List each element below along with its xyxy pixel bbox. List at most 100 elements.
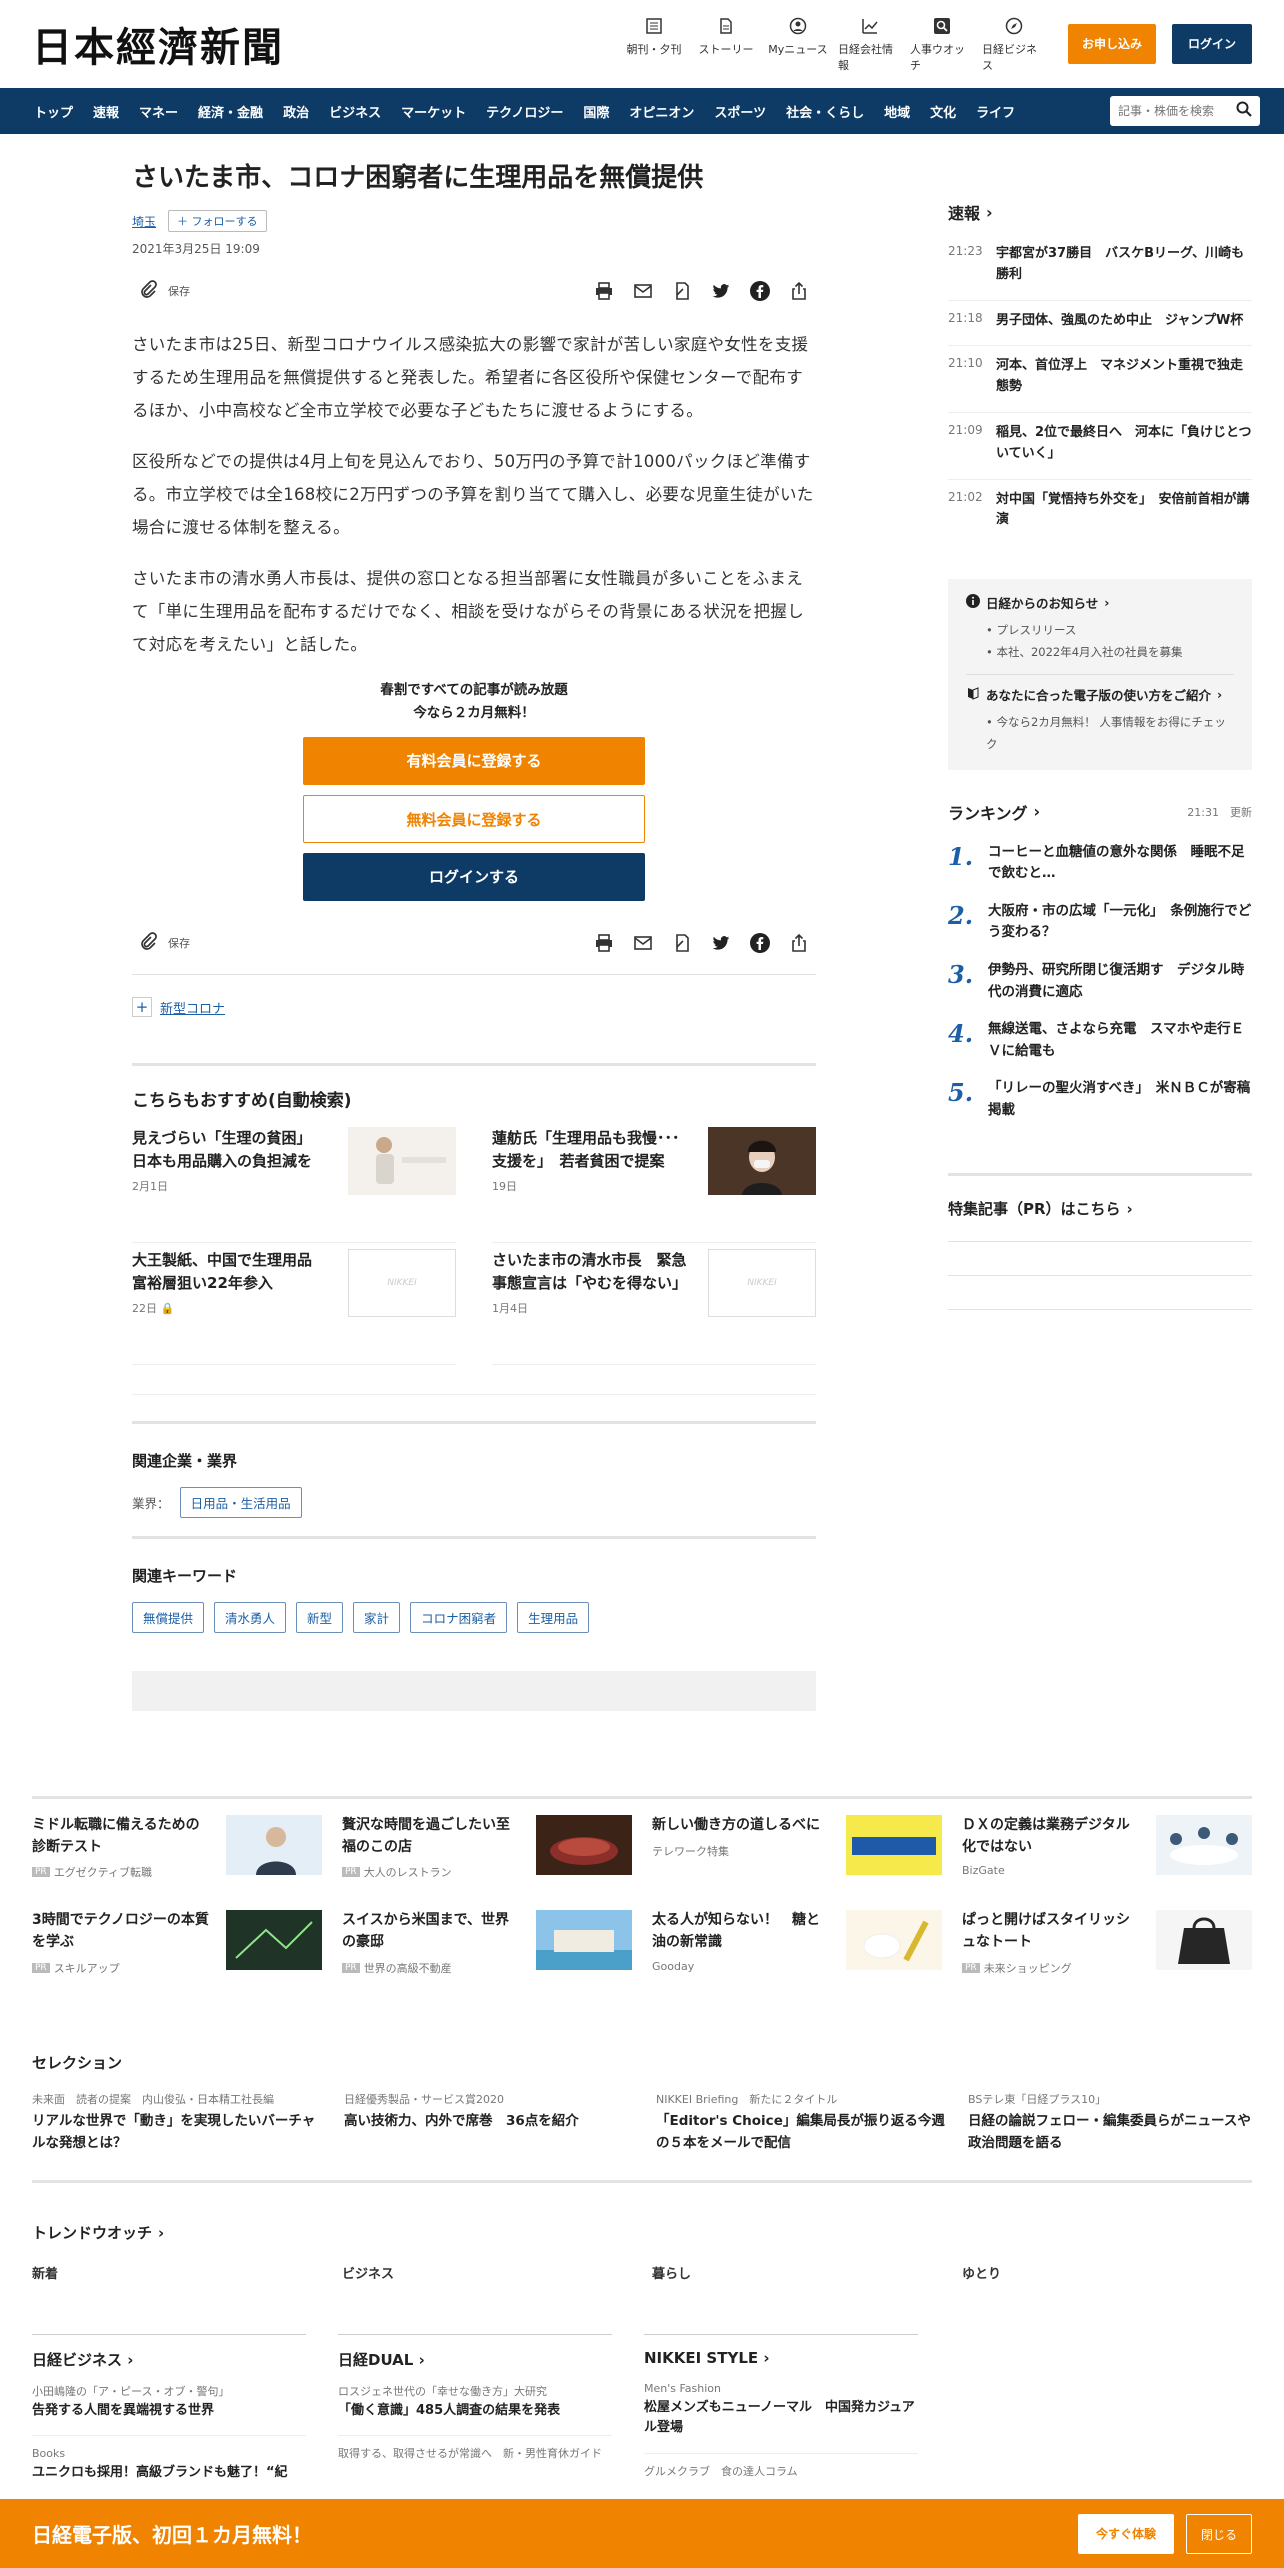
keyword-tag[interactable]: 生理用品	[517, 1602, 590, 1634]
media-heading[interactable]: NIKKEI STYLE ›	[644, 2334, 918, 2381]
ranking-item[interactable]: 3. 伊勢丹、研究所閉じ復活期す デジタル時代の消費に適応	[948, 950, 1252, 1009]
media-title[interactable]: 「働く意識」485人調査の結果を発表	[338, 2401, 612, 2422]
digital-guide-item[interactable]: • 今なら2カ月無料！ 人事情報をお得にチェック	[966, 712, 1234, 756]
breaking-heading[interactable]: 速報 ›	[948, 200, 1252, 224]
mail-icon[interactable]	[632, 932, 654, 954]
pr-feature-link[interactable]: 特集記事（PR）はこちら ›	[948, 1198, 1252, 1219]
print-icon[interactable]	[593, 932, 615, 954]
media-heading[interactable]: 日経DUAL ›	[338, 2334, 612, 2384]
pr-ad-item[interactable]: 3時間でテクノロジーの本質を学ぶ PR スキルアップ	[32, 1910, 322, 1975]
trend-heading[interactable]: トレンドウオッチ ›	[32, 2222, 1252, 2243]
menu-item-life[interactable]: ライフ	[966, 102, 1025, 121]
ranking-item[interactable]: 2. 大阪府・市の広域「一元化」 条例施行でどう変わる？	[948, 891, 1252, 950]
recommend-item[interactable]: 蓮舫氏「生理用品も我慢･･･支援を」 若者貧困で提案 19日	[492, 1121, 816, 1244]
notice-item[interactable]: • プレスリリース	[966, 620, 1234, 642]
login-button[interactable]: ログイン	[1171, 24, 1252, 64]
recommend-item[interactable]: さいたま市の清水市長 緊急事態宣言は「やむを得ない」 1月4日 NIKKEI	[492, 1243, 816, 1366]
recommend-item[interactable]: 見えづらい「生理の貧困」 日本も用品購入の負担減を 2月1日	[132, 1121, 456, 1244]
ranking-item[interactable]: 4. 無線送電、さよなら充電 スマホや走行ＥＶに給電も	[948, 1009, 1252, 1068]
share-icon[interactable]	[788, 932, 810, 954]
menu-item-society[interactable]: 社会・くらし	[776, 102, 874, 121]
menu-item-region[interactable]: 地域	[874, 102, 920, 121]
selection-item[interactable]: BSテレ東「日経プラス10」 日経の論説フェロー・編集委員らがニュースや政治問題を…	[968, 2091, 1258, 2154]
facebook-icon[interactable]	[749, 280, 771, 302]
note-icon[interactable]	[671, 280, 693, 302]
menu-item-international[interactable]: 国際	[573, 102, 619, 121]
print-icon[interactable]	[593, 280, 615, 302]
paid-register-button[interactable]: 有料会員に登録する	[303, 737, 645, 786]
twitter-icon[interactable]	[710, 280, 732, 302]
topic-link[interactable]: 新型コロナ	[160, 998, 225, 1017]
save-button[interactable]: 保存	[132, 279, 190, 302]
ranking-item[interactable]: 5. 「リレーの聖火消すべき」 米ＮＢＣが寄稿掲載	[948, 1068, 1252, 1127]
note-icon[interactable]	[671, 932, 693, 954]
mail-icon[interactable]	[632, 280, 654, 302]
menu-item-economy[interactable]: 経済・金融	[188, 102, 273, 121]
trend-tab-new[interactable]: 新着	[32, 2263, 342, 2282]
breaking-item[interactable]: 21:10 河本、首位浮上 マネジメント重視で独走態勢	[948, 346, 1252, 413]
menu-item-money[interactable]: マネー	[129, 102, 188, 121]
share-icon[interactable]	[788, 280, 810, 302]
save-button[interactable]: 保存	[132, 931, 190, 954]
keyword-tag[interactable]: 新型	[296, 1602, 344, 1634]
notice-item[interactable]: • 本社、2022年4月入社の社員を募集	[966, 642, 1234, 664]
trend-tab-business[interactable]: ビジネス	[342, 2263, 652, 2282]
media-title[interactable]: 松屋メンズもニューノーマル 中国発カジュアル登場	[644, 2398, 918, 2440]
menu-item-technology[interactable]: テクノロジー	[476, 102, 573, 121]
breaking-item[interactable]: 21:02 対中国「覚悟持ち外交を」 安倍前首相が講演	[948, 480, 1252, 546]
pr-ad-item[interactable]: 贅沢な時間を過ごしたい至福のこの店 PR 大人のレストラン	[342, 1815, 632, 1880]
media-title[interactable]: 告発する人間を異端視する世界	[32, 2401, 306, 2422]
keyword-tag[interactable]: 清水勇人	[214, 1602, 287, 1634]
media-title[interactable]: ユニクロも採用！高級ブランドも魅了！“紀	[32, 2463, 306, 2484]
pr-ad-item[interactable]: 新しい働き方の道しるべに テレワーク特集	[652, 1815, 942, 1880]
ranking-heading[interactable]: ランキング ›	[948, 800, 1040, 824]
pr-ad-item[interactable]: ＤＸの定義は業務デジタル化ではない BizGate	[962, 1815, 1252, 1880]
menu-item-market[interactable]: マーケット	[391, 102, 476, 121]
selection-item[interactable]: NIKKEI Briefing 新たに２タイトル 「Editor's Choice…	[656, 2091, 946, 2154]
facebook-icon[interactable]	[749, 932, 771, 954]
keyword-tag[interactable]: 家計	[353, 1602, 401, 1634]
nav-company-info[interactable]: 日経会社情報	[838, 16, 902, 73]
plus-icon[interactable]: +	[132, 997, 152, 1018]
breaking-item[interactable]: 21:23 宇都宮が37勝目 バスケBリーグ、川崎も勝利	[948, 234, 1252, 301]
nav-my-news[interactable]: Myニュース	[766, 16, 830, 73]
selection-item[interactable]: 未来面 読者の提案 内山俊弘・日本精工社長編 リアルな世界で「動き」を実現したいバ…	[32, 2091, 322, 2154]
menu-item-sports[interactable]: スポーツ	[704, 102, 776, 121]
search-icon[interactable]	[1236, 101, 1252, 121]
pr-ad-item[interactable]: ぱっと開けばスタイリッシュなトート PR 未来ショッピング	[962, 1910, 1252, 1975]
close-banner-button[interactable]: 閉じる	[1185, 2513, 1252, 2554]
try-now-button[interactable]: 今すぐ体験	[1077, 2513, 1174, 2554]
pr-ad-item[interactable]: 太る人が知らない！ 糖と油の新常識 Gooday	[652, 1910, 942, 1975]
twitter-icon[interactable]	[710, 932, 732, 954]
breaking-item[interactable]: 21:09 稲見、2位で最終日へ 河本に「負けじとついていく」	[948, 413, 1252, 480]
nav-jinji-watch[interactable]: 人事ウオッチ	[910, 16, 974, 73]
subscribe-button[interactable]: お申し込み	[1067, 24, 1156, 64]
notice-heading[interactable]: 日経からのお知らせ ›	[966, 593, 1234, 612]
menu-item-opinion[interactable]: オピニオン	[619, 102, 704, 121]
paywall-login-button[interactable]: ログインする	[303, 853, 645, 902]
keyword-tag[interactable]: 無償提供	[132, 1602, 205, 1634]
nav-story[interactable]: ストーリー	[694, 16, 758, 73]
selection-item[interactable]: 日経優秀製品・サービス賞2020 高い技術力、内外で席巻 36点を紹介	[344, 2091, 634, 2154]
search-input[interactable]	[1118, 104, 1228, 118]
nav-choukan-yuukan[interactable]: 朝刊・夕刊	[622, 16, 686, 73]
trend-tab-leisure[interactable]: ゆとり	[962, 2263, 1272, 2282]
digital-guide-heading[interactable]: あなたに合った電子版の使い方をご紹介 ›	[966, 685, 1234, 704]
free-register-button[interactable]: 無料会員に登録する	[303, 795, 645, 844]
ranking-item[interactable]: 1. コーヒーと血糖値の意外な関係 睡眠不足で飲むと…	[948, 832, 1252, 891]
menu-item-business[interactable]: ビジネス	[319, 102, 391, 121]
breaking-item[interactable]: 21:18 男子団体、強風のため中止 ジャンプW杯	[948, 301, 1252, 347]
menu-item-breaking[interactable]: 速報	[83, 102, 129, 121]
media-heading[interactable]: 日経ビジネス ›	[32, 2334, 306, 2384]
industry-tag[interactable]: 日用品・生活用品	[179, 1487, 302, 1519]
pr-ad-item[interactable]: スイスから米国まで、世界の豪邸 PR 世界の高級不動産	[342, 1910, 632, 1975]
nikkei-logo[interactable]: 日本經濟新聞	[32, 15, 284, 73]
menu-item-top[interactable]: トップ	[24, 102, 83, 121]
trend-tab-life[interactable]: 暮らし	[652, 2263, 962, 2282]
keyword-tag[interactable]: コロナ困窮者	[410, 1602, 508, 1634]
follow-button[interactable]: ＋ フォローする	[168, 210, 267, 233]
region-link[interactable]: 埼玉	[132, 213, 156, 230]
menu-item-culture[interactable]: 文化	[920, 102, 966, 121]
nav-nikkei-business[interactable]: 日経ビジネス	[982, 16, 1046, 73]
menu-item-politics[interactable]: 政治	[273, 102, 319, 121]
